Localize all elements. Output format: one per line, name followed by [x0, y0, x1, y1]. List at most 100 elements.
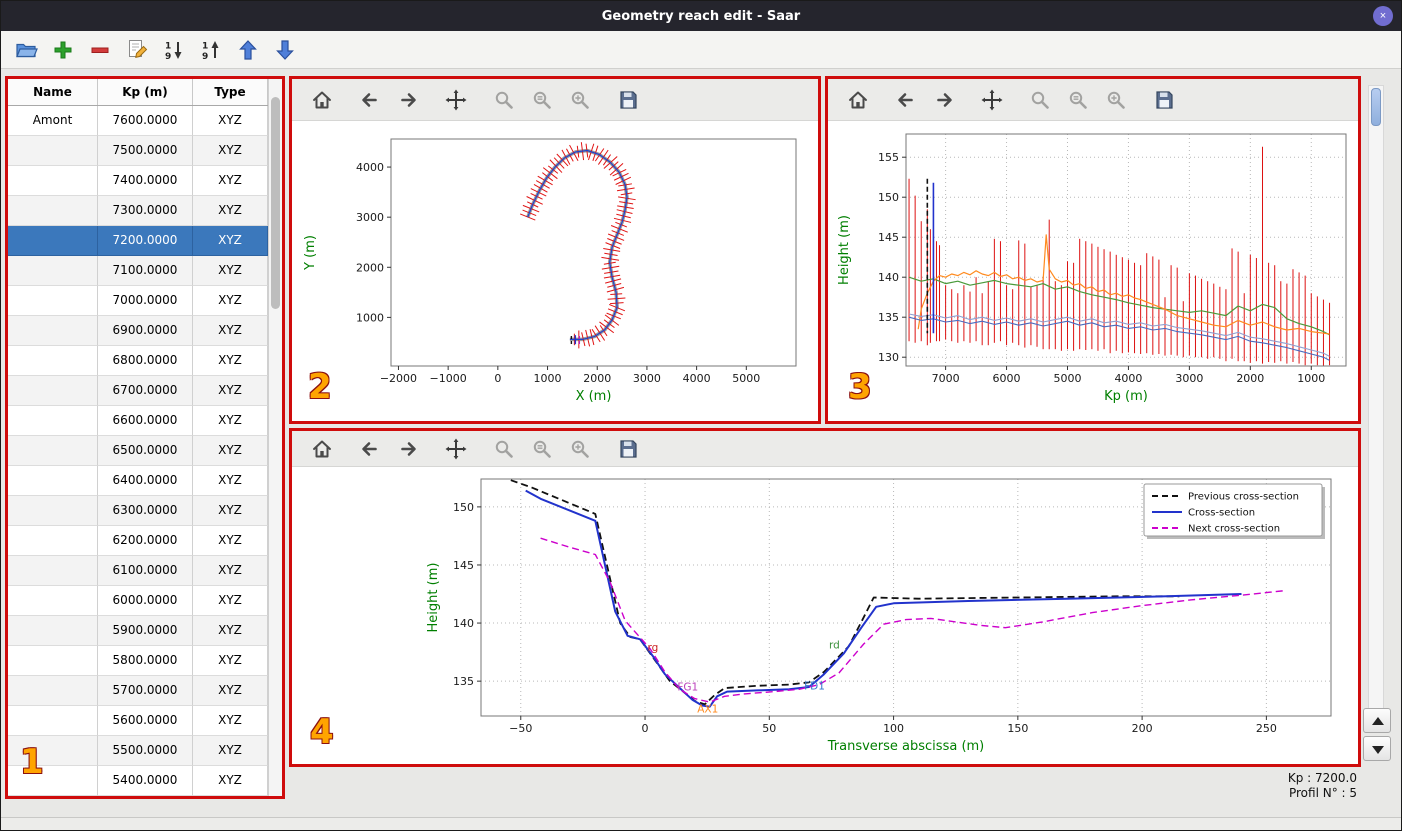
svg-text:1000: 1000	[534, 372, 562, 385]
home-icon[interactable]	[844, 85, 874, 115]
column-header-type[interactable]: Type	[193, 79, 268, 105]
forward-icon[interactable]	[394, 85, 424, 115]
back-icon[interactable]	[892, 85, 922, 115]
zoom-icon[interactable]	[490, 434, 520, 464]
column-header-name[interactable]: Name	[8, 79, 98, 105]
window-scrollbar[interactable]	[1368, 85, 1384, 713]
table-row[interactable]: 6200.0000 XYZ	[8, 526, 282, 556]
table-row[interactable]: 5700.0000 XYZ	[8, 676, 282, 706]
close-button[interactable]: ×	[1373, 6, 1393, 26]
zoom-icon[interactable]	[1026, 85, 1056, 115]
home-icon[interactable]	[308, 85, 338, 115]
column-header-kp-m-[interactable]: Kp (m)	[98, 79, 193, 105]
cell-type: XYZ	[193, 586, 268, 616]
cell-kp: 6700.0000	[98, 376, 193, 406]
table-row[interactable]: 5400.0000 XYZ	[8, 766, 282, 796]
table-row[interactable]: 5900.0000 XYZ	[8, 616, 282, 646]
home-icon[interactable]	[308, 434, 338, 464]
save-icon[interactable]	[614, 434, 644, 464]
sort-descending-icon[interactable]: 19	[161, 36, 189, 64]
table-row[interactable]: 6500.0000 XYZ	[8, 436, 282, 466]
cell-kp: 6300.0000	[98, 496, 193, 526]
window-scrollbar-thumb[interactable]	[1371, 88, 1381, 126]
table-row[interactable]: 7500.0000 XYZ	[8, 136, 282, 166]
window-title: Geometry reach edit - Saar	[601, 8, 801, 24]
table-row[interactable]: 5600.0000 XYZ	[8, 706, 282, 736]
cell-type: XYZ	[193, 166, 268, 196]
home-icon	[849, 91, 867, 108]
svg-text:7000: 7000	[932, 372, 960, 385]
table-row[interactable]: 6700.0000 XYZ	[8, 376, 282, 406]
table-row[interactable]: 5500.0000 XYZ	[8, 736, 282, 766]
customize-icon[interactable]	[566, 434, 596, 464]
save-icon[interactable]	[614, 85, 644, 115]
table-row[interactable]: 6100.0000 XYZ	[8, 556, 282, 586]
table-row[interactable]: 7400.0000 XYZ	[8, 166, 282, 196]
table-row[interactable]: 7100.0000 XYZ	[8, 256, 282, 286]
cell-type: XYZ	[193, 616, 268, 646]
table-row[interactable]: 6300.0000 XYZ	[8, 496, 282, 526]
move-down-icon	[276, 39, 294, 60]
table-scrollbar[interactable]	[268, 79, 282, 796]
table-row[interactable]: 6800.0000 XYZ	[8, 346, 282, 376]
svg-text:4000: 4000	[1114, 372, 1142, 385]
edit-profile-icon[interactable]	[124, 36, 152, 64]
svg-text:2000: 2000	[356, 261, 384, 274]
add-profile-icon[interactable]	[50, 36, 78, 64]
long-profile-plot[interactable]: 7000 6000 5000 4000 3000 2000 1000 130 135 140 145…	[828, 121, 1358, 421]
cell-name: Amont	[8, 106, 98, 136]
cross-section-plot[interactable]: rg rd FG1 AX1 FD1 Previous cross-section Cross…	[292, 467, 1358, 764]
cell-name	[8, 466, 98, 496]
cell-type: XYZ	[193, 196, 268, 226]
back-icon[interactable]	[356, 85, 386, 115]
svg-text:2000: 2000	[1236, 372, 1264, 385]
forward-icon[interactable]	[394, 434, 424, 464]
sort-ascending-icon[interactable]: 19	[198, 36, 226, 64]
pan-icon[interactable]	[442, 434, 472, 464]
back-icon	[362, 92, 377, 107]
forward-icon[interactable]	[930, 85, 960, 115]
subplots-icon[interactable]	[528, 434, 558, 464]
cell-kp: 6900.0000	[98, 316, 193, 346]
table-row[interactable]: 5800.0000 XYZ	[8, 646, 282, 676]
cell-type: XYZ	[193, 466, 268, 496]
table-row[interactable]: 6900.0000 XYZ	[8, 316, 282, 346]
open-file-icon[interactable]	[13, 36, 41, 64]
remove-profile-icon[interactable]	[87, 36, 115, 64]
titlebar[interactable]: Geometry reach edit - Saar ×	[1, 1, 1401, 31]
sort-ascending-icon: 19	[202, 40, 219, 62]
profile-up-button[interactable]	[1363, 708, 1391, 733]
cell-name	[8, 436, 98, 466]
subplots-icon[interactable]	[528, 85, 558, 115]
customize-icon[interactable]	[1102, 85, 1132, 115]
move-up-icon[interactable]	[235, 36, 263, 64]
customize-icon	[571, 91, 589, 109]
cell-type: XYZ	[193, 286, 268, 316]
svg-text:Transverse abscissa (m): Transverse abscissa (m)	[827, 739, 985, 754]
move-down-icon[interactable]	[272, 36, 300, 64]
subplots-icon[interactable]	[1064, 85, 1094, 115]
zoom-icon[interactable]	[490, 85, 520, 115]
cell-type: XYZ	[193, 556, 268, 586]
table-scrollbar-thumb[interactable]	[271, 97, 280, 309]
table-row[interactable]: 6600.0000 XYZ	[8, 406, 282, 436]
save-icon[interactable]	[1150, 85, 1180, 115]
plan-view-plot[interactable]: −2000 −1000 0 1000 2000 3000 4000 5000 1000 2000 3…	[292, 121, 818, 421]
zoom-icon	[1031, 91, 1049, 109]
pan-icon[interactable]	[442, 85, 472, 115]
app-window: Geometry reach edit - Saar × 19 19 Name Kp…	[0, 0, 1402, 831]
back-icon[interactable]	[356, 434, 386, 464]
table-row[interactable]: 7300.0000 XYZ	[8, 196, 282, 226]
table-row[interactable]: 7000.0000 XYZ	[8, 286, 282, 316]
table-row[interactable]: Amont 7600.0000 XYZ	[8, 106, 282, 136]
table-row[interactable]: 7200.0000 XYZ	[8, 226, 282, 256]
cell-kp: 7400.0000	[98, 166, 193, 196]
svg-text:4000: 4000	[356, 161, 384, 174]
profile-down-button[interactable]	[1363, 736, 1391, 761]
pan-icon[interactable]	[978, 85, 1008, 115]
table-row[interactable]: 6400.0000 XYZ	[8, 466, 282, 496]
svg-text:250: 250	[1256, 722, 1277, 735]
table-row[interactable]: 6000.0000 XYZ	[8, 586, 282, 616]
customize-icon[interactable]	[566, 85, 596, 115]
svg-text:1000: 1000	[1297, 372, 1325, 385]
